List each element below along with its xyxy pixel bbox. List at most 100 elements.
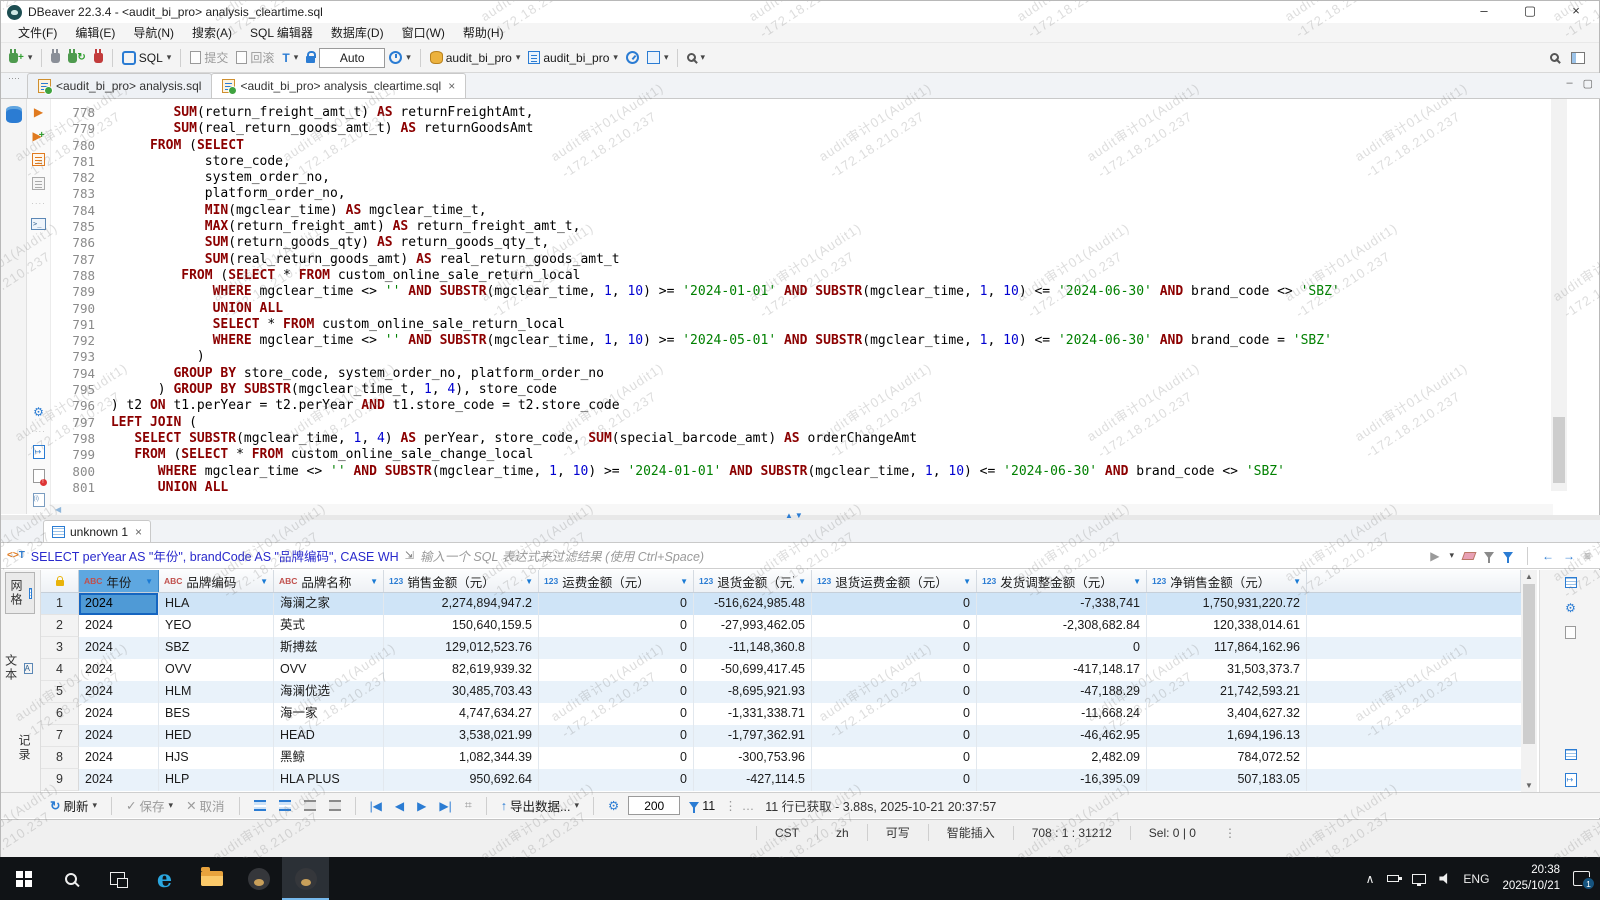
quick-search-icon[interactable]	[1550, 53, 1559, 62]
grid-cell[interactable]: HLM	[159, 681, 274, 703]
splitter-collapse-icons[interactable]: ▲▼	[785, 511, 805, 520]
taskbar-search-button[interactable]	[47, 857, 94, 900]
grid-cell[interactable]: OVV	[159, 659, 274, 681]
execute-new-tab-button[interactable]: ▶+	[30, 127, 48, 144]
column-header-6[interactable]: 123退货运费金额（元）▼	[812, 570, 977, 592]
row-number[interactable]: 6	[41, 703, 79, 725]
chevron-down-icon[interactable]: ▾	[699, 52, 705, 63]
column-header-5[interactable]: 123退货金额（元）▼	[694, 570, 812, 592]
grid-cell[interactable]: 2024	[79, 637, 159, 659]
code-line[interactable]: UNION ALL	[103, 480, 1340, 496]
results-tab-close-icon[interactable]: ×	[133, 525, 142, 539]
grid-cell[interactable]: 0	[539, 725, 694, 747]
fetch-size-input[interactable]	[628, 796, 680, 815]
row-number[interactable]: 7	[41, 725, 79, 747]
grid-cell[interactable]: -300,753.96	[694, 747, 812, 769]
execute-script-button[interactable]	[30, 151, 48, 168]
row-number[interactable]: 2	[41, 615, 79, 637]
view-tab-record[interactable]: 记录	[5, 728, 35, 768]
grid-cell[interactable]: 0	[812, 615, 977, 637]
grid-cell[interactable]: 117,864,162.96	[1147, 637, 1307, 659]
menu-item-2[interactable]: 导航(N)	[124, 23, 183, 43]
delete-row-button[interactable]	[326, 798, 344, 813]
grid-cell[interactable]: 3,404,627.32	[1147, 703, 1307, 725]
grid-cell[interactable]: 31,503,373.7	[1147, 659, 1307, 681]
code-line[interactable]: LEFT JOIN (	[103, 415, 1340, 431]
code-line[interactable]: MIN(mgclear_time) AS mgclear_time_t,	[103, 203, 1340, 219]
scrollbar-thumb[interactable]	[1553, 417, 1565, 483]
code-line[interactable]: SELECT SUBSTR(mgclear_time, 1, 4) AS per…	[103, 431, 1340, 447]
grid-cell[interactable]: 海一家	[274, 703, 384, 725]
filter-input[interactable]: 输入一个 SQL 表达式来过滤结果 (使用 Ctrl+Space)	[420, 546, 1424, 565]
grid-cell[interactable]: -1,331,338.71	[694, 703, 812, 725]
menu-item-3[interactable]: 搜索(A)	[183, 23, 241, 43]
row-number[interactable]: 8	[41, 747, 79, 769]
fetch-page-button[interactable]: ⌗	[462, 796, 475, 815]
chevron-down-icon[interactable]: ▾	[168, 800, 174, 811]
column-dropdown-icon[interactable]: ▼	[260, 577, 268, 586]
chevron-down-icon[interactable]: ▾	[92, 800, 98, 811]
editor-maximize-icon[interactable]: ▢	[1583, 77, 1593, 90]
table-row-2[interactable]: 22024YEO英式150,640,159.50-27,993,462.050-…	[41, 615, 1521, 637]
dbeaver-active-app-button[interactable]	[282, 857, 329, 900]
results-tab-unknown1[interactable]: unknown 1 ×	[43, 520, 151, 542]
grid-cell[interactable]: 82,619,939.32	[384, 659, 539, 681]
code-line[interactable]: WHERE mgclear_time <> '' AND SUBSTR(mgcl…	[103, 464, 1340, 480]
grid-cell[interactable]: 2024	[79, 615, 159, 637]
grid-cell[interactable]: 0	[812, 703, 977, 725]
column-header-0[interactable]: ABC年份▼	[79, 570, 159, 592]
column-dropdown-icon[interactable]: ▼	[680, 577, 688, 586]
grid-cell[interactable]: 斯搏兹	[274, 637, 384, 659]
grid-cell[interactable]: 黑鲸	[274, 747, 384, 769]
column-header-3[interactable]: 123销售金额（元）▼	[384, 570, 539, 592]
chevron-down-icon[interactable]: ▾	[573, 800, 579, 811]
column-header-1[interactable]: ABC品牌编码▼	[159, 570, 274, 592]
layout-panels-icon[interactable]	[1571, 52, 1585, 64]
schema-selector[interactable]: audit_bi_pro▾	[525, 49, 621, 67]
history-forward-icon[interactable]: →	[1563, 549, 1575, 563]
sql-code[interactable]: SUM(return_freight_amt_t) AS returnFreig…	[103, 105, 1340, 496]
column-dropdown-icon[interactable]: ▼	[963, 577, 971, 586]
grid-cell[interactable]: HLP	[159, 769, 274, 791]
table-row-7[interactable]: 72024HEDHEAD3,538,021.990-1,797,362.910-…	[41, 725, 1521, 747]
refresh-button[interactable]: ↻刷新▾	[47, 794, 100, 817]
first-row-button[interactable]: |◀	[367, 797, 385, 815]
grid-cell[interactable]: -16,395.09	[977, 769, 1147, 791]
grid-cell[interactable]: 0	[812, 769, 977, 791]
grid-cell[interactable]: 0	[539, 747, 694, 769]
grid-cell[interactable]: -46,462.95	[977, 725, 1147, 747]
transaction-lock-button[interactable]	[303, 50, 318, 65]
grid-cell[interactable]: -2,308,682.84	[977, 615, 1147, 637]
column-dropdown-icon[interactable]: ▼	[525, 577, 533, 586]
sql-terminal-button[interactable]: >_	[30, 215, 48, 232]
explain-plan-button[interactable]	[30, 175, 48, 192]
transaction-log-button[interactable]: ▾	[386, 49, 414, 66]
menu-item-7[interactable]: 帮助(H)	[454, 23, 513, 43]
grid-cell[interactable]: -1,797,362.91	[694, 725, 812, 747]
row-number[interactable]: 1	[41, 593, 79, 615]
grid-cell[interactable]: -27,993,462.05	[694, 615, 812, 637]
grid-cell[interactable]: -8,695,921.93	[694, 681, 812, 703]
export-data-button[interactable]: ↑导出数据...▾	[498, 794, 582, 817]
table-row-1[interactable]: 12024HLA海澜之家2,274,894,947.20-516,624,985…	[41, 593, 1521, 615]
grid-cell[interactable]: 1,750,931,220.72	[1147, 593, 1307, 615]
view-tab-grid[interactable]: 网格	[5, 572, 35, 614]
grid-cell[interactable]: 30,485,703.43	[384, 681, 539, 703]
last-row-button[interactable]: ▶|	[436, 797, 454, 815]
script-info-button[interactable]	[30, 491, 48, 508]
menu-item-0[interactable]: 文件(F)	[9, 23, 66, 43]
grid-settings-button[interactable]: ⚙	[605, 796, 622, 815]
code-line[interactable]: SELECT * FROM custom_online_sale_return_…	[103, 317, 1340, 333]
grid-cell[interactable]: 2024	[79, 769, 159, 791]
code-line[interactable]: WHERE mgclear_time <> '' AND SUBSTR(mgcl…	[103, 284, 1340, 300]
grid-cell[interactable]: -50,699,417.45	[694, 659, 812, 681]
duplicate-row-button[interactable]	[276, 798, 294, 813]
execute-sql-button[interactable]: ▶	[30, 103, 48, 120]
grid-cell[interactable]: 2,482.09	[977, 747, 1147, 769]
grid-cell[interactable]: -11,668.24	[977, 703, 1147, 725]
grid-cell[interactable]: 0	[539, 681, 694, 703]
clear-filter-icon[interactable]	[1462, 552, 1477, 560]
column-dropdown-icon[interactable]: ▼	[798, 577, 806, 586]
row-number[interactable]: 9	[41, 769, 79, 791]
row-number[interactable]: 4	[41, 659, 79, 681]
